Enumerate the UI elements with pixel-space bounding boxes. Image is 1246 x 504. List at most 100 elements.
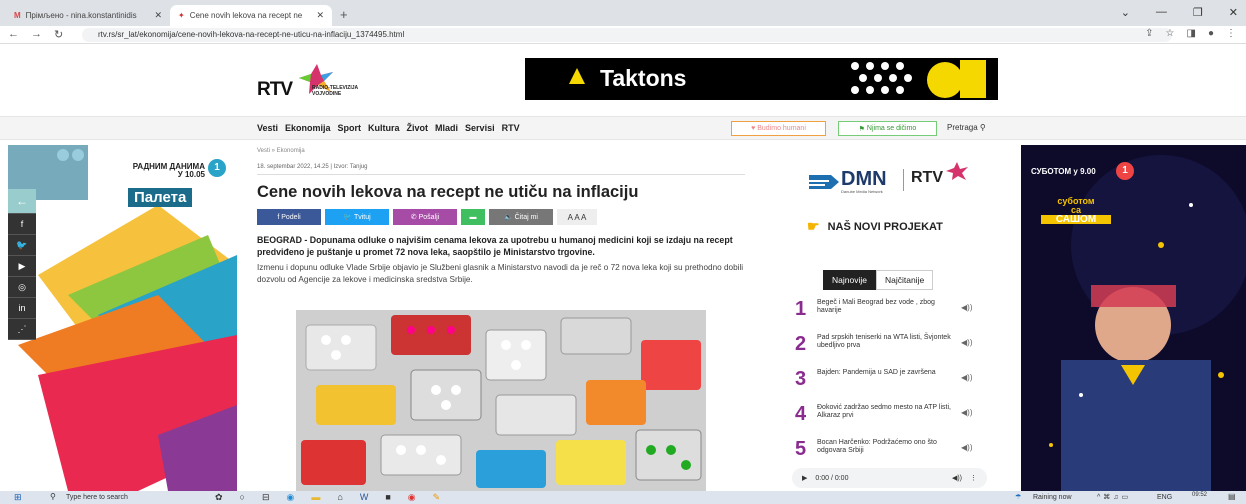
speaker-icon[interactable]: ◀))	[961, 373, 972, 382]
avatar[interactable]: ●	[1208, 28, 1214, 39]
subotom-sa-sasom-ad[interactable]: СУБОТОМ у 9.00 1 суботом са САШОМ	[1021, 145, 1246, 491]
share-twitter-button[interactable]: 🐦 Tvituj	[325, 209, 389, 225]
twitter-icon[interactable]: 🐦	[8, 235, 36, 256]
menu-item-sport[interactable]: Sport	[338, 123, 362, 133]
share-chat-button[interactable]: ▬	[461, 209, 485, 225]
channel-1-icon: 1	[208, 159, 226, 177]
search-icon[interactable]: ⚲	[50, 492, 56, 501]
tab-najnovije[interactable]: Najnovije	[823, 270, 876, 290]
list-item[interactable]: 3 Bajden: Pandemija u SAD je završena ◀))	[795, 369, 980, 404]
taskbar-search-input[interactable]: Type here to search	[66, 494, 128, 501]
dmn-rtv-logo[interactable]: DMN Danube Media Network RTV	[805, 161, 985, 197]
nas-novi-projekat[interactable]: ☛ NAŠ NOVI PROJEKAT	[807, 218, 943, 235]
chrome-icon[interactable]: ◉	[408, 492, 416, 503]
menu-item-servisi[interactable]: Servisi	[465, 123, 495, 133]
njima-se-dicimo-button[interactable]: ⚑ Njima se dičimo	[838, 121, 937, 136]
more-icon[interactable]: ⋮	[970, 474, 977, 482]
back-icon[interactable]: ←	[8, 28, 19, 41]
menu-item-zivot[interactable]: Život	[407, 123, 429, 133]
audio-player[interactable]: ▶ 0:00 / 0:00 ◀)) ⋮	[792, 468, 987, 488]
edge-icon[interactable]: ◉	[287, 492, 295, 503]
app-icon[interactable]: ■	[385, 492, 390, 503]
speaker-icon[interactable]: ◀))	[961, 443, 972, 452]
speaker-icon[interactable]: ◀))	[961, 338, 972, 347]
list-item[interactable]: 1 Begeč i Mali Beograd bez vode , zbog ha…	[795, 299, 980, 334]
news-tabs: Najnovije Najčitanije	[823, 270, 934, 290]
chevron-down-icon[interactable]: ⌄	[1121, 6, 1130, 19]
language-indicator[interactable]: ENG	[1157, 494, 1172, 501]
close-icon[interactable]: ✕	[316, 10, 324, 21]
budimo-humani-button[interactable]: ♥ Budimo humani	[731, 121, 826, 136]
clock[interactable]: 09:52	[1192, 492, 1207, 498]
menu-item-vesti[interactable]: Vesti	[257, 123, 278, 133]
breadcrumb[interactable]: Vesti » Ekonomija	[257, 148, 747, 154]
tab-rtv[interactable]: ✦ Cene novih lekova na recept ne ✕	[170, 5, 332, 26]
star-icon[interactable]: ☆	[1166, 28, 1175, 39]
window-controls: ⌄ — ❐ ✕	[1121, 6, 1238, 19]
new-tab-button[interactable]: +	[340, 7, 348, 22]
facebook-icon[interactable]: f	[8, 214, 36, 235]
list-item[interactable]: 4 Đoković zadržao sedmo mesto na ATP list…	[795, 404, 980, 439]
windows-start-icon[interactable]: ⊞	[14, 492, 22, 503]
task-view-icon[interactable]: ⊟	[262, 492, 270, 503]
dmn-text: DMN	[841, 168, 887, 190]
forward-icon[interactable]: →	[31, 28, 42, 41]
dmn-arrow-icon	[809, 175, 839, 189]
url-field[interactable]: rtv.rs/sr_lat/ekonomija/cene-novih-lekov…	[82, 28, 1172, 42]
main-menu-bar: Vesti Ekonomija Sport Kultura Život Mlad…	[0, 116, 1246, 140]
read-aloud-button[interactable]: 🔈 Čitaj mi	[489, 209, 553, 225]
close-window-button[interactable]: ✕	[1229, 6, 1238, 19]
viber-icon: ✆	[410, 214, 419, 221]
list-item[interactable]: 2 Pad srpskih teniserki na WTA listi, Švj…	[795, 334, 980, 369]
word-icon[interactable]: W	[360, 492, 369, 503]
tray-icons[interactable]: ^⌘♫▭	[1097, 493, 1131, 501]
taktons-banner[interactable]: Taktons	[525, 58, 998, 100]
toolbar-icons: ⇪ ☆ ◨ ● ⋮	[1145, 28, 1236, 39]
windows-taskbar: ⊞ ⚲ Type here to search ✿ ○ ⊟ ◉ ▬ ⌂ W ■ …	[0, 491, 1246, 504]
play-icon[interactable]: ▶	[802, 474, 807, 482]
menu-item-kultura[interactable]: Kultura	[368, 123, 400, 133]
youtube-icon[interactable]: ▶	[8, 256, 36, 277]
speaker-icon[interactable]: ◀))	[961, 303, 972, 312]
minimize-button[interactable]: —	[1156, 6, 1167, 19]
share-send-button[interactable]: ✆ Pošalji	[393, 209, 457, 225]
menu-item-mladi[interactable]: Mladi	[435, 123, 458, 133]
sidebar-icon[interactable]: ◨	[1187, 28, 1196, 39]
nav-buttons: ← → ↻	[8, 28, 63, 41]
speaker-icon: 🔈	[503, 214, 515, 221]
item-title[interactable]: Bocan Harčenko: Podržaćemo ono što odgov…	[817, 439, 955, 455]
menu-icon[interactable]: ⋮	[1226, 28, 1236, 39]
rss-icon[interactable]: ⋰	[8, 319, 36, 340]
font-size-buttons[interactable]: A A A	[557, 209, 597, 225]
paint-icon[interactable]: ✎	[433, 492, 441, 503]
app-icon[interactable]: ○	[240, 492, 245, 503]
folder-icon[interactable]: ▬	[311, 492, 320, 503]
close-icon[interactable]: ✕	[154, 10, 162, 21]
instagram-icon[interactable]: ◎	[8, 277, 36, 298]
site-logo[interactable]: RTV RADIO-TELEVIZIJA VOJVODINE	[257, 62, 397, 107]
tab-gmail[interactable]: M Прімљено - nina.konstantinidis ✕	[6, 5, 170, 26]
linkedin-icon[interactable]: in	[8, 298, 36, 319]
tab-najcitanije[interactable]: Najčitanije	[875, 270, 934, 290]
item-title[interactable]: Bajden: Pandemija u SAD je završena	[817, 369, 955, 377]
volume-icon[interactable]: ◀))	[952, 474, 962, 482]
app-icon[interactable]: ✿	[215, 492, 223, 503]
item-number: 1	[795, 298, 807, 320]
notification-icon[interactable]: ▤	[1228, 492, 1236, 501]
item-title[interactable]: Đoković zadržao sedmo mesto na ATP listi…	[817, 404, 955, 420]
restore-button[interactable]: ❐	[1193, 6, 1203, 19]
menu-item-rtv[interactable]: RTV	[502, 123, 520, 133]
store-icon[interactable]: ⌂	[337, 492, 342, 503]
search-button[interactable]: Pretraga ⚲	[947, 123, 986, 132]
share-facebook-button[interactable]: f Podeli	[257, 209, 321, 225]
reload-icon[interactable]: ↻	[54, 28, 63, 41]
share-icon[interactable]: ⇪	[1145, 28, 1153, 39]
item-title[interactable]: Begeč i Mali Beograd bez vode , zbog hav…	[817, 299, 955, 315]
menu-item-ekonomija[interactable]: Ekonomija	[285, 123, 331, 133]
search-icon: ⚲	[979, 123, 986, 132]
item-title[interactable]: Pad srpskih teniserki na WTA listi, Švjo…	[817, 334, 955, 350]
weather-text[interactable]: Raining now	[1033, 494, 1072, 501]
paleta-ad[interactable]: РАДНИМ ДАНИМА У 10.05 1 Палета	[8, 145, 237, 491]
speaker-icon[interactable]: ◀))	[961, 408, 972, 417]
arrow-left-icon[interactable]: ←	[8, 189, 36, 214]
